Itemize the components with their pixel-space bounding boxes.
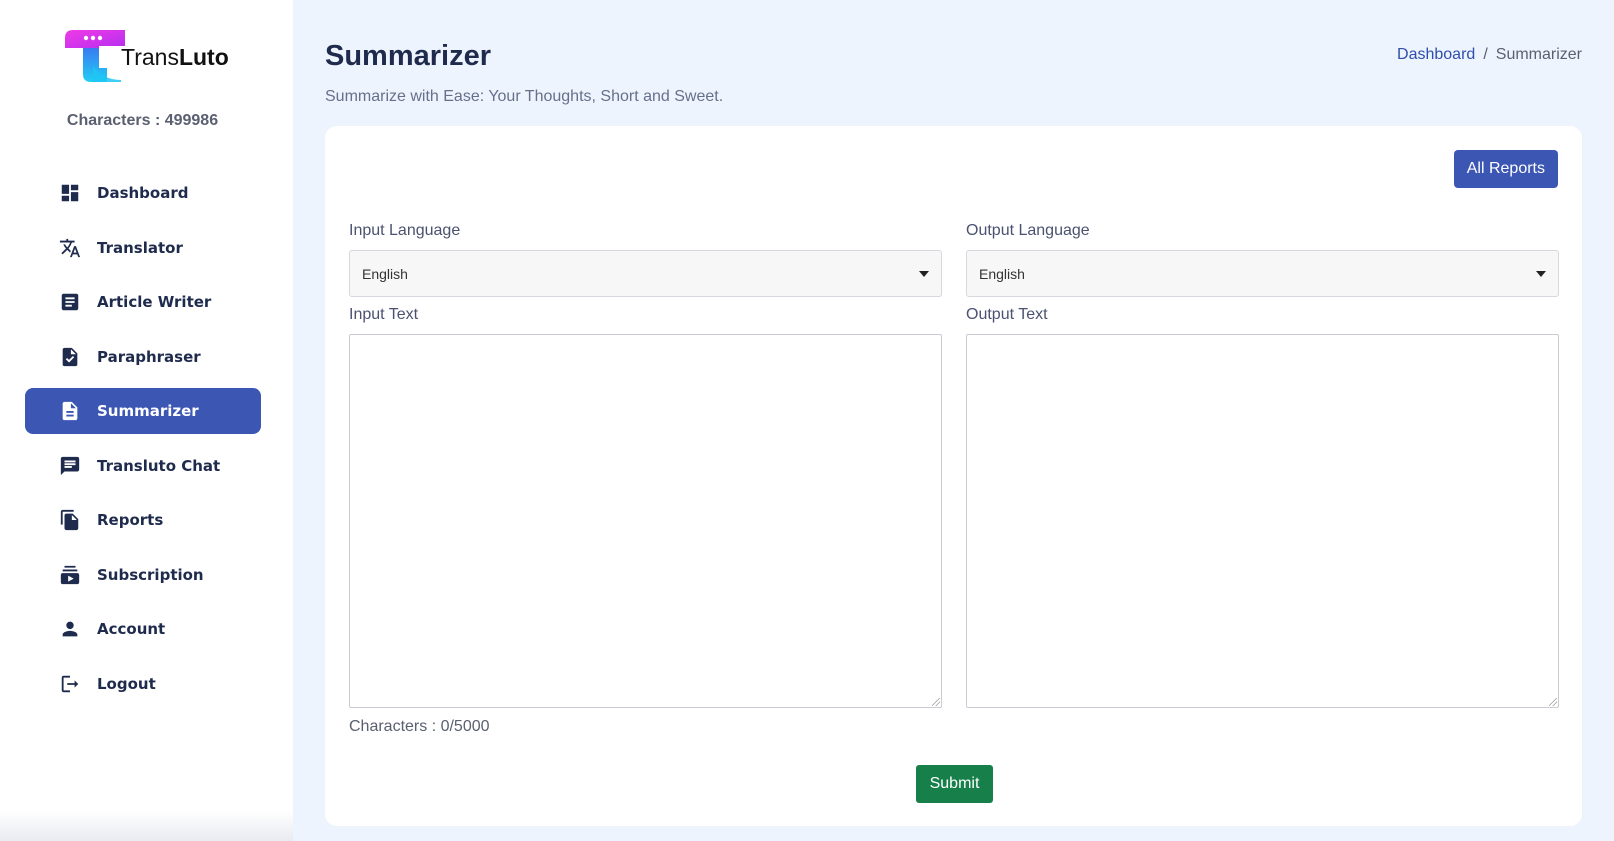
- caret-down-icon: [919, 271, 929, 277]
- breadcrumb-link-dashboard[interactable]: Dashboard: [1397, 46, 1475, 63]
- brand-name-bold: Luto: [178, 43, 229, 70]
- sidebar-item-label: Account: [97, 620, 166, 638]
- input-text-area[interactable]: [349, 334, 942, 708]
- sidebar-item-summarizer[interactable]: Summarizer: [25, 388, 261, 434]
- input-language-value: English: [362, 265, 408, 282]
- sidebar-item-label: Paraphraser: [97, 347, 201, 366]
- translate-icon: [58, 236, 82, 260]
- input-text-label: Input Text: [349, 306, 419, 323]
- sidebar-item-article-writer[interactable]: Article Writer: [25, 279, 261, 325]
- person-icon: [58, 617, 82, 641]
- sidebar-item-subscription[interactable]: Subscription: [25, 552, 261, 598]
- all-reports-button[interactable]: All Reports: [1453, 150, 1558, 188]
- submit-button[interactable]: Submit: [916, 765, 993, 803]
- logo-mark-icon: [63, 28, 125, 84]
- output-language-value: English: [979, 265, 1025, 282]
- sidebar-item-logout[interactable]: Logout: [25, 661, 261, 707]
- sidebar-item-paraphraser[interactable]: Paraphraser: [25, 334, 261, 380]
- characters-remaining: Characters : 499986: [66, 112, 219, 129]
- sidebar-item-transluto-chat[interactable]: Transluto Chat: [25, 443, 261, 489]
- character-counter: Characters : 0/5000: [349, 718, 490, 735]
- sidebar-item-translator[interactable]: Translator: [25, 225, 261, 271]
- sidebar-item-label: Reports: [97, 511, 164, 529]
- output-language-select[interactable]: English: [966, 250, 1559, 297]
- page-title: Summarizer: [325, 40, 492, 72]
- output-language-label: Output Language: [966, 222, 1090, 239]
- input-language-label: Input Language: [349, 222, 461, 239]
- brand-name-regular: Trans: [121, 43, 179, 70]
- sidebar-footer-shade: [0, 811, 293, 841]
- dashboard-icon: [58, 181, 82, 205]
- sidebar-item-label: Logout: [97, 674, 156, 693]
- sidebar-item-reports[interactable]: Reports: [25, 497, 261, 543]
- resize-grip-icon[interactable]: [1549, 698, 1557, 706]
- caret-down-icon: [1536, 271, 1546, 277]
- sidebar-item-label: Article Writer: [97, 293, 212, 311]
- chat-icon: [58, 454, 82, 478]
- description-icon: [58, 399, 82, 423]
- input-language-select[interactable]: English: [349, 250, 942, 297]
- brand-name: TransLuto: [121, 44, 229, 71]
- sidebar-item-account[interactable]: Account: [25, 606, 261, 652]
- file-copy-icon: [58, 508, 82, 532]
- breadcrumb-current: Summarizer: [1495, 46, 1582, 63]
- sidebar: TransLuto Characters : 499986 Dashboard …: [0, 0, 293, 841]
- sidebar-item-label: Subscription: [97, 565, 204, 584]
- article-icon: [58, 290, 82, 314]
- output-text-area[interactable]: [966, 334, 1559, 708]
- sidebar-item-label: Translator: [97, 238, 183, 257]
- sidebar-item-label: Transluto Chat: [97, 456, 221, 475]
- resize-grip-icon[interactable]: [932, 698, 940, 706]
- page-subtitle: Summarize with Ease: Your Thoughts, Shor…: [325, 88, 724, 105]
- output-text-label: Output Text: [966, 306, 1048, 323]
- brand-logo[interactable]: TransLuto: [63, 28, 229, 84]
- breadcrumb: Dashboard / Summarizer: [1397, 46, 1582, 64]
- sidebar-nav: Dashboard Translator Article Writer Para…: [25, 170, 261, 715]
- logout-icon: [58, 672, 82, 696]
- document-check-icon: [58, 345, 82, 369]
- sidebar-item-label: Summarizer: [97, 402, 199, 420]
- breadcrumb-separator: /: [1483, 46, 1488, 63]
- subscriptions-icon: [58, 563, 82, 587]
- sidebar-item-dashboard[interactable]: Dashboard: [25, 170, 261, 216]
- summarizer-card: All Reports Input Language English Outpu…: [325, 126, 1582, 826]
- sidebar-item-label: Dashboard: [97, 184, 189, 202]
